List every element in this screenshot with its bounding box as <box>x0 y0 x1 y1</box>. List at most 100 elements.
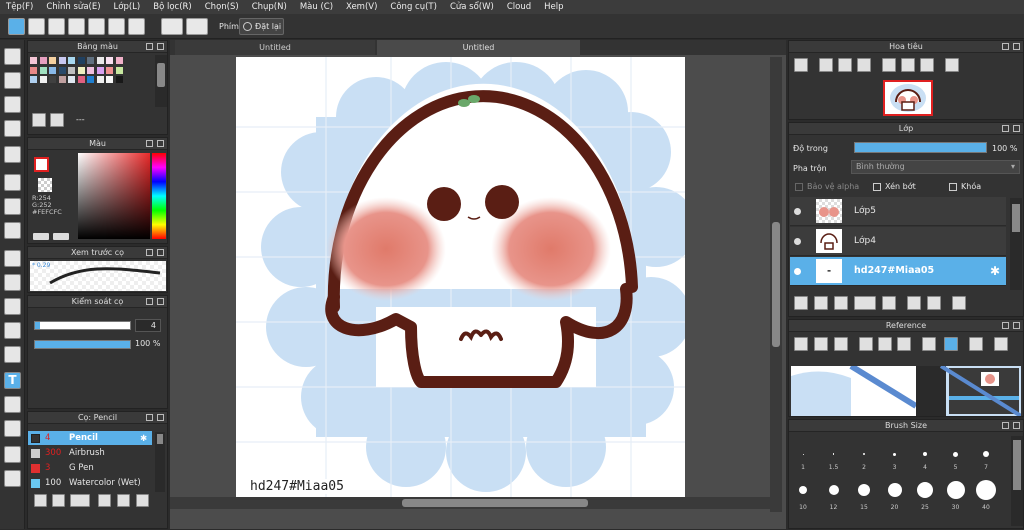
float-icon[interactable] <box>146 414 153 421</box>
grid-icon[interactable] <box>128 18 145 35</box>
open-folder-icon[interactable] <box>814 337 828 351</box>
visibility-icon[interactable] <box>794 238 801 245</box>
secondary-color-swatch[interactable] <box>38 178 52 192</box>
move-tool-icon[interactable] <box>4 146 21 163</box>
reset-button[interactable]: Đặt lại <box>239 18 284 35</box>
brush-size-dot[interactable] <box>799 486 807 494</box>
add-layer-menu-icon[interactable] <box>854 296 876 310</box>
merge-layer-icon[interactable] <box>927 296 941 310</box>
copy-icon[interactable] <box>136 494 149 507</box>
duplicate-layer-icon[interactable] <box>907 296 921 310</box>
brush-size-dot[interactable] <box>953 451 958 457</box>
brush-size-dot[interactable] <box>858 484 870 496</box>
brush-item[interactable]: 4 Pencil ✱ <box>28 431 152 445</box>
correction-tool-icon[interactable] <box>4 120 21 137</box>
flip-icon[interactable] <box>945 58 959 72</box>
new-halftone-layer-icon[interactable] <box>814 296 828 310</box>
palette-swatch[interactable] <box>77 66 85 74</box>
float-icon[interactable] <box>146 249 153 256</box>
duplicate-brush-icon[interactable] <box>98 494 111 507</box>
palette-swatch[interactable] <box>58 66 66 74</box>
palette-swatch[interactable] <box>115 76 123 83</box>
menu-cloud[interactable]: Cloud <box>507 2 531 12</box>
blend-mode-select[interactable]: Bình thường ▾ <box>851 160 1020 174</box>
palette-swatch[interactable] <box>30 76 37 83</box>
brush-size-dot[interactable] <box>828 485 839 495</box>
float-icon[interactable] <box>146 298 153 305</box>
palette-swatch[interactable] <box>96 66 104 74</box>
brush-size-dot[interactable] <box>832 453 835 455</box>
zoom-out-icon[interactable] <box>857 58 871 72</box>
palette-swatch[interactable] <box>115 66 123 74</box>
gradation-tool-icon[interactable] <box>4 222 21 239</box>
new-layer-icon[interactable] <box>794 296 808 310</box>
eraser-tool-icon[interactable] <box>4 72 21 89</box>
fit-icon[interactable] <box>878 337 892 351</box>
palette-swatch[interactable] <box>96 57 104 64</box>
float-icon[interactable] <box>1002 422 1009 429</box>
palette-swatch[interactable] <box>68 66 75 74</box>
menu-edit[interactable]: Chỉnh sửa(E) <box>46 2 100 12</box>
fill-rect-tool-icon[interactable] <box>4 174 21 191</box>
brush-size-value[interactable]: 4 <box>135 319 161 332</box>
palette-swatch[interactable] <box>106 76 113 83</box>
new-brush-icon[interactable] <box>52 494 65 507</box>
brush-settings-icon[interactable] <box>34 494 47 507</box>
menu-layer[interactable]: Lớp(L) <box>114 2 141 12</box>
palette-swatch[interactable] <box>96 76 104 83</box>
palette-swatch[interactable] <box>87 57 94 64</box>
rotate-icon[interactable] <box>969 337 983 351</box>
visibility-icon[interactable] <box>794 268 801 275</box>
palette-swatch[interactable] <box>87 76 94 83</box>
close-icon[interactable] <box>1013 422 1020 429</box>
lasso-icon[interactable] <box>4 274 21 291</box>
clip-checkbox[interactable] <box>873 183 881 191</box>
tab-untitled-1[interactable]: Untitled <box>175 40 375 55</box>
palette-swatch[interactable] <box>68 57 75 64</box>
layer-row-selected[interactable]: ▬ hd247#Miaa05 ✱ <box>790 257 1006 286</box>
brush-size-dot[interactable] <box>863 453 865 455</box>
float-icon[interactable] <box>1002 322 1009 329</box>
new-folder-icon[interactable] <box>882 296 896 310</box>
select-eraser-icon[interactable] <box>4 346 21 363</box>
brush-item[interactable]: 100 Watercolor (Wet) <box>28 476 152 490</box>
rotate-reset-icon[interactable] <box>901 58 915 72</box>
palette-swatch[interactable] <box>68 76 75 83</box>
palette-swatch[interactable] <box>39 76 47 83</box>
palette-grid[interactable] <box>30 57 155 93</box>
float-icon[interactable] <box>1002 125 1009 132</box>
brush-size-dot[interactable] <box>887 483 902 497</box>
palette-swatch[interactable] <box>87 66 94 74</box>
canvas-horizontal-scrollbar[interactable] <box>170 497 770 509</box>
layer-row[interactable]: Lớp5 <box>790 197 1006 226</box>
layer-row[interactable]: Lớp4 <box>790 227 1006 256</box>
palette-swatch[interactable] <box>39 57 47 64</box>
float-icon[interactable] <box>1002 43 1009 50</box>
navigator-thumbnail[interactable] <box>883 80 933 116</box>
text-tool-icon[interactable]: T <box>4 372 21 389</box>
menu-help[interactable]: Help <box>544 2 563 12</box>
menu-window[interactable]: Cửa sổ(W) <box>450 2 494 12</box>
chat-icon[interactable] <box>48 18 65 35</box>
rotate-right-icon[interactable] <box>920 58 934 72</box>
palette-swatch[interactable] <box>106 66 113 74</box>
add-brush-icon[interactable] <box>70 494 90 507</box>
brush-size-dot[interactable] <box>802 453 804 455</box>
layer-opacity-slider[interactable] <box>854 142 987 153</box>
palette-swatch[interactable] <box>106 57 113 64</box>
brush-size-slider[interactable] <box>34 321 131 330</box>
menu-capture[interactable]: Chụp(N) <box>252 2 287 12</box>
palette-swatch[interactable] <box>58 76 66 83</box>
select-pen-icon[interactable] <box>4 322 21 339</box>
redo-icon[interactable] <box>186 18 208 35</box>
menu-filter[interactable]: Bộ lọc(R) <box>153 2 192 12</box>
bucket-tool-icon[interactable] <box>4 198 21 215</box>
close-icon[interactable] <box>1013 125 1020 132</box>
brush-opacity-slider[interactable] <box>34 340 131 349</box>
hand-icon[interactable] <box>4 470 21 487</box>
primary-color-swatch[interactable] <box>34 157 49 172</box>
cloud-icon[interactable] <box>8 18 25 35</box>
select-rect-icon[interactable] <box>4 250 21 267</box>
menu-file[interactable]: Tệp(F) <box>6 2 33 12</box>
layer-scrollbar[interactable] <box>1010 198 1022 290</box>
